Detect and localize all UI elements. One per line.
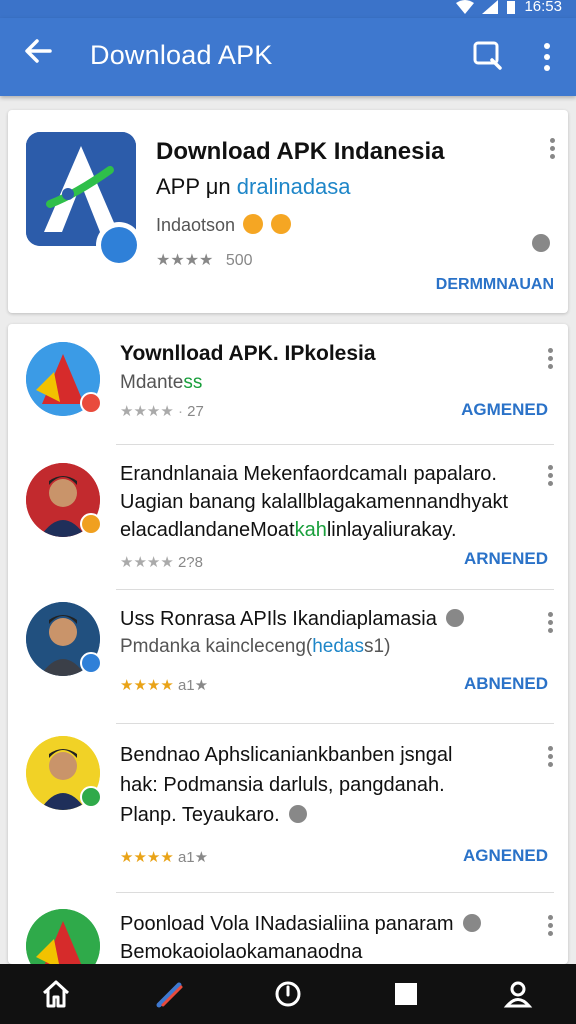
item-menu-button[interactable] <box>548 465 554 486</box>
item-action-button[interactable]: ABNENED <box>464 674 548 694</box>
emoji-icon <box>243 214 264 234</box>
list-item[interactable]: Uss Ronrasa APIls Ikandiaplamasia Pmdank… <box>8 590 568 723</box>
nav-home-button[interactable] <box>40 978 72 1010</box>
app-developer: Pmdanka kaincleceng(hedass1) <box>120 636 391 657</box>
list-item[interactable]: Bendnao Aphslicaniankbanben jsngal hak: … <box>8 724 568 892</box>
status-time: 16:53 <box>524 0 562 15</box>
featured-app-badge <box>96 222 142 268</box>
featured-app-menu-button[interactable] <box>550 138 556 159</box>
battery-icon <box>507 0 516 14</box>
info-icon <box>446 609 465 627</box>
item-menu-button[interactable] <box>548 348 554 369</box>
search-button[interactable] <box>470 38 504 72</box>
list-item[interactable]: Poonload Vola INadasialiina panaram Bemo… <box>8 893 568 964</box>
item-menu-button[interactable] <box>548 612 554 633</box>
wifi-icon <box>456 0 475 14</box>
brush-icon <box>156 982 183 1008</box>
star-rating-icon: ★★★★ <box>120 849 174 866</box>
back-button[interactable] <box>18 36 58 76</box>
app-developer: Mdantess <box>120 372 203 393</box>
app-description: Bemokaoiolaokamanaodna <box>120 941 363 963</box>
app-list: Yownlload APK. IPkolesia Mdantess ★★★★ ·… <box>8 324 568 964</box>
bottom-nav-bar <box>0 964 576 1024</box>
more-vert-icon <box>548 612 554 633</box>
star-rating-icon: ★★★★ <box>120 554 174 571</box>
featured-app-rating: ★★★★ 500 <box>156 252 253 269</box>
back-arrow-icon <box>25 39 52 63</box>
more-vert-icon <box>548 746 554 767</box>
app-title: Yownlload APK. IPkolesia <box>120 342 376 365</box>
app-badge-icon <box>80 652 102 674</box>
info-icon <box>289 805 308 823</box>
more-vert-icon <box>548 915 554 936</box>
emoji-icon <box>271 214 292 234</box>
overflow-menu-button[interactable] <box>536 40 558 74</box>
featured-app-developer: Indaotson <box>156 214 292 236</box>
star-rating-icon: ★★★★ <box>120 677 174 694</box>
list-item[interactable]: Erandnlanaia Mekenfaordcamalı papalaro. … <box>8 445 568 589</box>
more-vert-icon <box>548 465 554 486</box>
nav-profile-button[interactable] <box>502 978 534 1010</box>
app-badge-icon <box>80 786 102 808</box>
app-avatar <box>26 909 100 964</box>
app-title: Bendnao Aphslicaniankbanben jsngal <box>120 744 453 766</box>
signal-icon <box>482 0 499 14</box>
app-bar: Download APK <box>0 18 576 96</box>
app-title: Erandnlanaia Mekenfaordcamalı papalaro. <box>120 463 497 485</box>
app-description: Uagian banang kalallblagakamennandhyakt <box>120 491 509 513</box>
more-vert-icon <box>550 138 556 159</box>
app-rating: ★★★★ a1★ <box>120 677 209 694</box>
app-title: Poonload Vola INadasialiina panaram <box>120 913 482 936</box>
status-bar: 16:53 <box>0 0 576 18</box>
featured-app-card[interactable]: Download APK Indanesia APP μn dralinadas… <box>8 110 568 313</box>
home-icon <box>42 980 70 1008</box>
app-rating: ★★★★ · 27 <box>120 403 204 420</box>
featured-app-title: Download APK Indanesia <box>156 138 445 165</box>
app-rating: ★★★★ a1★ <box>120 849 209 866</box>
power-icon <box>275 981 301 1007</box>
info-icon[interactable] <box>532 234 550 252</box>
item-action-button[interactable]: AGMENED <box>461 400 548 420</box>
app-description: elacadlandaneMoatkahlinlayaliurakay. <box>120 519 457 541</box>
app-badge-icon <box>80 392 102 414</box>
item-menu-button[interactable] <box>548 915 554 936</box>
nav-square-button[interactable] <box>390 978 422 1010</box>
app-badge-icon <box>80 513 102 535</box>
page-title: Download APK <box>90 40 273 70</box>
app-rating: ★★★★ 2?8 <box>120 554 203 571</box>
item-action-button[interactable]: AGNENED <box>463 846 548 866</box>
more-vert-icon <box>544 43 550 71</box>
star-rating-icon: ★★★★ <box>156 252 214 269</box>
search-icon <box>473 41 502 70</box>
star-rating-icon: ★★★★ · <box>120 403 183 420</box>
app-title: Uss Ronrasa APIls Ikandiaplamasia <box>120 608 465 631</box>
info-icon <box>463 914 482 932</box>
list-item[interactable]: Yownlload APK. IPkolesia Mdantess ★★★★ ·… <box>8 324 568 444</box>
nav-brush-button[interactable] <box>154 978 186 1010</box>
app-description: hak: Podmansia darluls, pangdanah. <box>120 774 445 796</box>
more-vert-icon <box>548 348 554 369</box>
app-description: Planp. Teyaukaro. <box>120 804 308 827</box>
featured-app-action-button[interactable]: DERMMNAUAN <box>436 276 554 294</box>
featured-app-subtitle: APP μn dralinadasa <box>156 174 351 199</box>
nav-power-button[interactable] <box>272 978 304 1010</box>
square-icon <box>395 983 417 1005</box>
item-action-button[interactable]: ARNENED <box>464 549 548 569</box>
item-menu-button[interactable] <box>548 746 554 767</box>
profile-icon <box>503 981 533 1008</box>
